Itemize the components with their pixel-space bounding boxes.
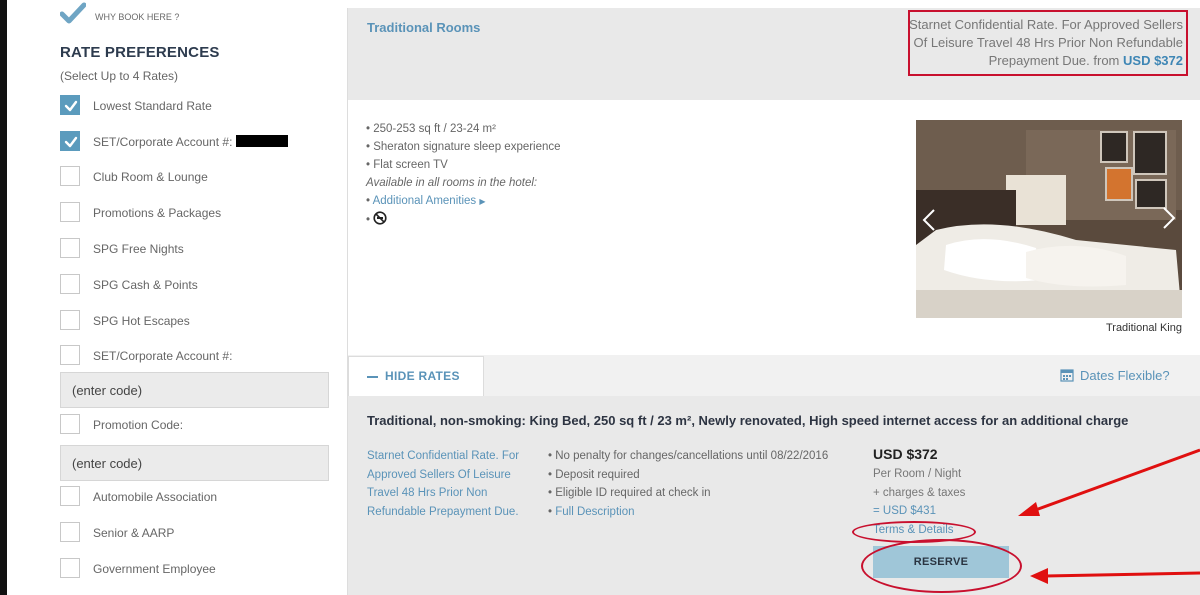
redacted-account-number	[236, 135, 288, 147]
left-edge-bar	[0, 0, 7, 595]
rate-preferences-title: RATE PREFERENCES	[60, 44, 220, 61]
checkbox[interactable]	[60, 345, 80, 365]
no-smoking-item: •	[366, 211, 561, 229]
room-title[interactable]: Traditional Rooms	[367, 20, 480, 35]
full-description-link[interactable]: Full Description	[555, 506, 634, 518]
option-label: SPG Free Nights	[93, 242, 184, 256]
checkbox[interactable]	[60, 274, 80, 294]
rate-price: USD $372	[873, 446, 938, 462]
policy-item: • No penalty for changes/cancellations u…	[548, 450, 829, 462]
checkbox[interactable]	[60, 131, 80, 151]
annotation-rectangle	[908, 10, 1188, 76]
promotion-code-input[interactable]	[61, 446, 323, 480]
dates-flexible[interactable]: Dates Flexible?	[1060, 368, 1170, 383]
rate-option-corporate-account[interactable]: SET/Corporate Account #:	[60, 131, 340, 153]
rate-name-link[interactable]: Starnet Confidential Rate. For Approved …	[367, 447, 537, 521]
option-label: Promotions & Packages	[93, 206, 222, 220]
caret-right-icon: ▶	[479, 197, 486, 206]
no-smoking-icon	[373, 211, 387, 226]
amenity-item: • 250-253 sq ft / 23-24 m²	[366, 123, 496, 135]
room-rate-description: Traditional, non-smoking: King Bed, 250 …	[367, 413, 1129, 428]
amenity-item: • Sheraton signature sleep experience	[366, 141, 561, 153]
option-label: Senior & AARP	[93, 526, 175, 540]
annotation-ellipse	[861, 539, 1022, 593]
option-label: SET/Corporate Account #:	[93, 349, 233, 363]
additional-amenities[interactable]: • Additional Amenities ▶	[366, 192, 561, 211]
checkbox[interactable]	[60, 522, 80, 542]
calendar-icon	[1060, 368, 1080, 383]
charges-note: + charges & taxes	[873, 486, 966, 499]
rate-option-promotion-code[interactable]: Promotion Code:	[60, 414, 340, 436]
checkbox[interactable]	[60, 95, 80, 115]
promotion-code-field[interactable]	[60, 445, 329, 481]
rate-policies: • No penalty for changes/cancellations u…	[548, 447, 828, 521]
option-label: Club Room & Lounge	[93, 170, 208, 184]
checkbox[interactable]	[60, 202, 80, 222]
checkbox[interactable]	[60, 414, 80, 434]
rate-option-spg-cash-points[interactable]: SPG Cash & Points	[60, 274, 340, 296]
room-photo[interactable]	[916, 120, 1182, 318]
corporate-code-field[interactable]	[60, 372, 329, 408]
checkbox[interactable]	[60, 310, 80, 330]
rate-option-promotions[interactable]: Promotions & Packages	[60, 202, 340, 224]
rate-option-corporate-account-2[interactable]: SET/Corporate Account #:	[60, 345, 340, 367]
additional-amenities-link[interactable]: Additional Amenities	[373, 195, 477, 207]
full-description[interactable]: • Full Description	[548, 503, 828, 522]
rate-option-government-employee[interactable]: Government Employee	[60, 558, 340, 580]
checkbox[interactable]	[60, 486, 80, 506]
hide-rates-label[interactable]: HIDE RATES	[367, 369, 460, 383]
rate-option-club-room[interactable]: Club Room & Lounge	[60, 166, 340, 188]
checkbox[interactable]	[60, 166, 80, 186]
rate-option-senior-aarp[interactable]: Senior & AARP	[60, 522, 340, 544]
amenity-item: • Flat screen TV	[366, 159, 448, 171]
policy-item: • Eligible ID required at check in	[548, 487, 711, 499]
available-note: Available in all rooms in the hotel:	[366, 177, 538, 189]
checkmark-icon	[59, 2, 87, 26]
rate-option-lowest-standard[interactable]: Lowest Standard Rate	[60, 95, 340, 117]
checkbox[interactable]	[60, 238, 80, 258]
photo-caption: Traditional King	[1105, 322, 1182, 334]
checkbox[interactable]	[60, 558, 80, 578]
option-label: Lowest Standard Rate	[93, 99, 212, 113]
rate-preferences-subtitle: (Select Up to 4 Rates)	[60, 69, 179, 83]
option-label: SPG Hot Escapes	[93, 314, 190, 328]
option-label: Promotion Code:	[93, 418, 184, 432]
total-price[interactable]: = USD $431	[873, 502, 965, 521]
why-book-here-link[interactable]: WHY BOOK HERE ?	[95, 12, 179, 22]
minus-icon	[367, 375, 378, 378]
option-label: Government Employee	[93, 562, 216, 576]
rate-option-spg-free-nights[interactable]: SPG Free Nights	[60, 238, 340, 260]
policy-item: • Deposit required	[548, 468, 640, 481]
rate-option-automobile-association[interactable]: Automobile Association	[60, 486, 340, 508]
option-label: SET/Corporate Account #:	[93, 135, 233, 149]
per-room-note: Per Room / Night	[873, 468, 962, 480]
option-label: SPG Cash & Points	[93, 278, 198, 292]
rate-option-spg-hot-escapes[interactable]: SPG Hot Escapes	[60, 310, 340, 332]
corporate-code-input[interactable]	[61, 373, 323, 407]
amenities-list: • 250-253 sq ft / 23-24 m² • Sheraton si…	[366, 120, 561, 229]
option-label: Automobile Association	[93, 490, 218, 504]
